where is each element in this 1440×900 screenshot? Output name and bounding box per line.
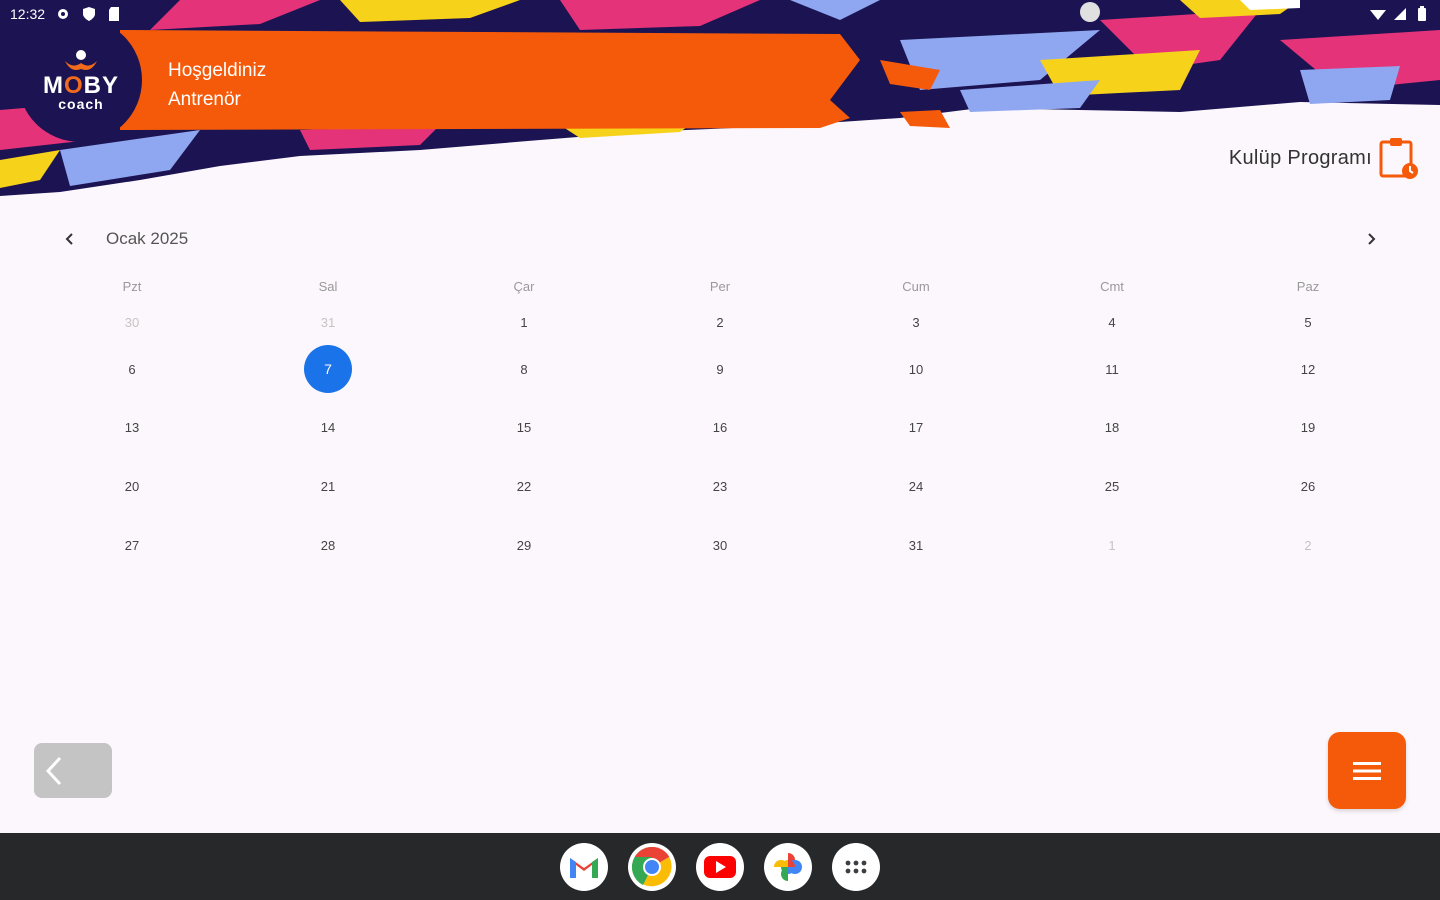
calendar-day[interactable]: 17 (818, 399, 1014, 458)
month-label: Ocak 2025 (106, 229, 189, 248)
calendar-day[interactable]: 23 (622, 457, 818, 516)
battery-icon (1418, 6, 1426, 21)
app-drawer-icon (845, 860, 867, 873)
sd-card-icon (109, 7, 120, 21)
calendar-day[interactable]: 1 (426, 304, 622, 340)
calendar-day[interactable]: 2 (622, 304, 818, 340)
weekday-label: Per (709, 278, 731, 294)
calendar-day[interactable]: 10 (818, 340, 1014, 399)
calendar-day[interactable]: 22 (426, 457, 622, 516)
settings-gear-icon (58, 9, 69, 19)
weekday-label: Sal (318, 278, 338, 294)
calendar-day[interactable]: 12 (1210, 340, 1406, 399)
weekday-label: Cum (902, 278, 930, 294)
calendar-day[interactable]: 24 (818, 457, 1014, 516)
calendar-day[interactable]: 3 (818, 304, 1014, 340)
calendar-day[interactable]: 25 (1014, 457, 1210, 516)
app-drawer-button[interactable] (832, 842, 880, 891)
next-month-button[interactable] (1356, 224, 1386, 254)
hamburger-menu-icon (1353, 761, 1381, 780)
welcome-role: Antrenör (168, 89, 241, 110)
youtube-app[interactable] (696, 842, 744, 891)
status-left: 12:32 (10, 6, 123, 22)
welcome-greeting: Hoşgeldiniz (168, 60, 267, 81)
chrome-icon (631, 846, 672, 886)
back-button[interactable] (34, 743, 112, 798)
weekday-label: Cmt (1100, 278, 1124, 294)
weekday-label: Paz (1296, 278, 1320, 294)
calendar-day[interactable]: 11 (1014, 340, 1210, 399)
chevron-left-icon (45, 756, 62, 785)
menu-button[interactable] (1328, 732, 1406, 809)
calendar-day[interactable]: 1 (1014, 516, 1210, 575)
calendar-day[interactable]: 13 (34, 399, 230, 458)
calendar-day[interactable]: 4 (1014, 304, 1210, 340)
chevron-right-icon (1368, 233, 1376, 245)
calendar-day[interactable]: 21 (230, 457, 426, 516)
weekday-label: Çar (513, 278, 535, 294)
welcome-text: Hoşgeldiniz Antrenör (168, 56, 266, 114)
weekday-label: Pzt (122, 278, 142, 294)
signal-icon (1394, 8, 1406, 20)
calendar-day[interactable]: 8 (426, 340, 622, 399)
status-bar: 12:32 (0, 0, 1440, 28)
calendar-day[interactable]: 5 (1210, 304, 1406, 340)
calendar-day[interactable]: 29 (426, 516, 622, 575)
status-right (1370, 6, 1430, 22)
calendar-day[interactable]: 15 (426, 399, 622, 458)
calendar-day[interactable]: 27 (34, 516, 230, 575)
calendar-day[interactable]: 19 (1210, 399, 1406, 458)
chevron-left-icon (65, 233, 73, 245)
selected-day-indicator: 7 (304, 345, 352, 394)
club-program-button[interactable]: Kulüp Programı (1229, 134, 1420, 182)
calendar-day[interactable]: 9 (622, 340, 818, 399)
chrome-app[interactable] (628, 842, 676, 891)
calendar-day[interactable]: 18 (1014, 399, 1210, 458)
calendar-day[interactable]: 20 (34, 457, 230, 516)
previous-month-button[interactable] (55, 224, 85, 254)
club-program-label: Kulüp Programı (1228, 146, 1372, 169)
app-screen: 12:32 MOBY coach Hoşgeldiniz Antrenör Ku… (0, 0, 1440, 900)
photos-app[interactable] (764, 842, 812, 891)
calendar-day[interactable]: 30 (34, 304, 230, 340)
calendar-day[interactable]: 16 (622, 399, 818, 458)
calendar-day[interactable]: 14 (230, 399, 426, 458)
photos-icon (774, 852, 802, 881)
calendar-grid: Pzt Sal Çar Per Cum Cmt Paz 30 31 1 2 3 … (34, 268, 1406, 574)
gmail-icon (570, 857, 598, 878)
calendar-day[interactable]: 6 (34, 340, 230, 399)
status-time: 12:32 (10, 6, 46, 22)
gmail-app[interactable] (560, 842, 608, 891)
calendar-day[interactable]: 2 (1210, 516, 1406, 575)
calendar-day[interactable]: 31 (230, 304, 426, 340)
calendar-header: Ocak 2025 (0, 222, 1440, 256)
wifi-icon (1370, 10, 1386, 20)
calendar-day-selected[interactable]: 7 (230, 340, 426, 399)
logo-wordmark: MOBY (42, 72, 119, 99)
shield-icon (83, 7, 96, 21)
taskbar (0, 833, 1440, 900)
youtube-icon (704, 855, 736, 878)
calendar-day[interactable]: 28 (230, 516, 426, 575)
calendar-day[interactable]: 26 (1210, 457, 1406, 516)
calendar-day[interactable]: 30 (622, 516, 818, 575)
clipboard-clock-icon (1379, 138, 1418, 179)
calendar-day[interactable]: 31 (818, 516, 1014, 575)
logo-subtitle: coach (58, 96, 104, 112)
moby-coach-logo: MOBY coach (22, 30, 140, 130)
